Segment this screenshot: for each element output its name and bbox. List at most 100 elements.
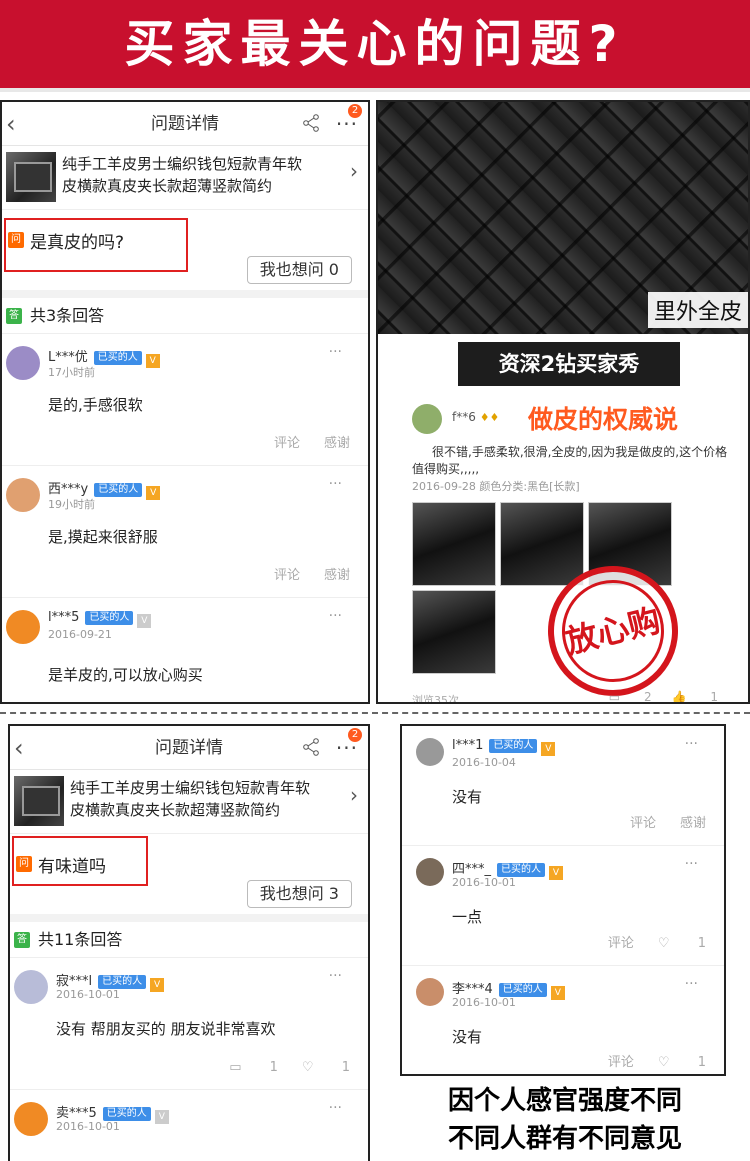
vip-level-icon: V (550, 986, 565, 1000)
more-options-icon[interactable]: ··· (329, 968, 342, 984)
product-card[interactable]: 纯手工羊皮男士编织钱包短款青年软 皮横款真皮夹长款超薄竖款简约 › (10, 770, 368, 834)
answer-item: 西***y 已买的人 V 19小时前 ··· 是,摸起来很舒服 评论 感谢 (2, 466, 368, 598)
buyer-tag: 已买的人 (93, 351, 142, 365)
answer-user-name: l***1 (452, 738, 484, 753)
header-bar: ‹ 问题详情 ··· 2 (2, 102, 368, 146)
vip-level-icon: V (549, 866, 564, 880)
header-title: 问题详情 (151, 114, 219, 134)
avatar (416, 978, 444, 1006)
question-icon: 问 (8, 232, 24, 248)
like-count: 1 (710, 690, 718, 704)
product-title-line2: 皮横款真皮夹长款超薄竖款简约 (62, 177, 273, 195)
avatar (14, 970, 48, 1004)
more-options-icon[interactable]: ··· (329, 344, 342, 360)
answer-user-name: L***优 (48, 350, 88, 365)
vip-level-icon: V (150, 978, 165, 992)
share-icon[interactable] (302, 738, 320, 756)
more-options-icon[interactable]: ··· (329, 1100, 342, 1116)
comment-button[interactable]: 评论 (608, 936, 634, 951)
more-options-icon[interactable]: ··· (685, 856, 698, 872)
bottom-caption: 因个人感官强度不同 不同人群有不同意见 (400, 1082, 730, 1158)
header-title: 问题详情 (155, 738, 223, 758)
question-icon: 问 (16, 856, 32, 872)
avatar (412, 404, 442, 434)
back-icon[interactable]: ‹ (6, 102, 16, 146)
comment-button[interactable]: 评论 (630, 816, 656, 831)
more-options-icon[interactable]: ··· (685, 736, 698, 752)
question-block: 问 有味道吗 我也想问 3 (10, 834, 368, 922)
want-ask-button[interactable]: 我也想问 3 (246, 880, 352, 908)
qa-screenshot-3: l***1 已买的人 V 2016-10-04 ··· 没有 评论 感谢 四***_ 已… (400, 724, 726, 1076)
answer-time: 2016-10-04 (452, 756, 516, 769)
divider (0, 712, 750, 714)
avatar (6, 610, 40, 644)
answer-time: 2016-10-01 (452, 876, 516, 889)
share-icon[interactable] (302, 114, 320, 132)
qa-screenshot-2: ‹ 问题详情 ··· 2 纯手工羊皮男士编织钱包短款青年软 皮横款真皮夹长款超薄… (8, 724, 370, 1161)
diamond-buyer-title: 资深2钻买家秀 (458, 342, 680, 386)
more-options-icon[interactable]: ··· (685, 976, 698, 992)
buyer-tag: 已买的人 (94, 483, 143, 497)
review-text: 很不错,手感柔软,很滑,全皮的,因为我是做皮的,这个价格值得购买,,,,, (412, 445, 728, 476)
thanks-button[interactable]: 感谢 (324, 568, 350, 583)
answer-text: 没有 (452, 788, 483, 806)
want-ask-button[interactable]: 我也想问 0 (246, 256, 352, 284)
product-title-line2: 皮横款真皮夹长款超薄竖款简约 (70, 801, 281, 819)
answer-icon: 答 (6, 308, 22, 324)
banner-title: 买家最关心的问题? (0, 0, 750, 92)
buyer-tag: 已买的人 (489, 739, 538, 753)
answer-time: 2016-10-01 (56, 1120, 120, 1133)
like-icon[interactable]: 👍 1 (672, 690, 718, 704)
thanks-button[interactable]: ♡ 1 (658, 1055, 706, 1070)
review-image[interactable] (412, 502, 496, 586)
product-title-line1: 纯手工羊皮男士编织钱包短款青年软 (70, 779, 311, 797)
answer-count-text: 共11条回答 (38, 930, 123, 949)
vip-level-icon: V (145, 354, 160, 368)
question-text: 是真皮的吗? (30, 233, 125, 253)
comment-count: 2 (643, 690, 652, 704)
product-thumbnail (14, 776, 64, 826)
thanks-button[interactable]: ♡ 1 (658, 936, 706, 951)
notification-badge: 2 (348, 104, 362, 118)
thanks-button[interactable]: 感谢 (324, 436, 350, 451)
more-options-icon[interactable]: ··· (329, 476, 342, 492)
thanks-count: 1 (341, 1060, 350, 1075)
qa-screenshot-1: ‹ 问题详情 ··· 2 纯手工羊皮男士编织钱包短款青年软 皮横款真皮夹长款超薄… (0, 100, 370, 704)
comment-button[interactable]: 评论 (274, 568, 300, 583)
avatar (6, 478, 40, 512)
comment-button[interactable]: ▭ 1 (229, 1060, 278, 1075)
answer-count: 答 共3条回答 (2, 298, 368, 334)
answer-item: 李***4 已买的人 V 2016-10-01 ··· 没有 评论 ♡ 1 (402, 966, 724, 1074)
answer-text: 是的,手感很软 (48, 396, 143, 414)
buyer-tag: 已买的人 (497, 863, 546, 877)
vip-level-icon: V (137, 614, 152, 628)
answer-text: 一点 (452, 908, 483, 926)
thanks-count: 1 (697, 1055, 706, 1070)
more-options-icon[interactable]: ··· (329, 608, 342, 624)
answer-text: 是羊皮的,可以放心购买 (48, 666, 203, 684)
review-image[interactable] (412, 590, 496, 674)
product-card[interactable]: 纯手工羊皮男士编织钱包短款青年软 皮横款真皮夹长款超薄竖款简约 › (2, 146, 368, 210)
answer-user-name: 李***4 (452, 982, 493, 997)
comment-button[interactable]: 评论 (274, 436, 300, 451)
comment-button[interactable]: 评论 (608, 1055, 634, 1070)
review-image[interactable] (500, 502, 584, 586)
answer-time: 2016-10-01 (56, 988, 120, 1001)
vip-level-icon: V (146, 486, 161, 500)
header-bar: ‹ 问题详情 ··· 2 (10, 726, 368, 770)
thanks-button[interactable]: ♡ 1 (302, 1060, 350, 1075)
view-count: 浏览35次 (412, 694, 459, 704)
answer-item: l***1 已买的人 V 2016-10-04 ··· 没有 评论 感谢 (402, 726, 724, 846)
comment-icon[interactable]: ▭ 2 (609, 690, 652, 704)
thanks-button[interactable]: 感谢 (680, 816, 706, 831)
answer-item: 卖***5 已买的人 V 2016-10-01 ··· (10, 1090, 368, 1150)
chevron-right-icon: › (350, 783, 358, 807)
vip-level-icon: V (154, 1110, 169, 1124)
answer-time: 2016-10-01 (452, 996, 516, 1009)
answer-item: 四***_ 已买的人 V 2016-10-01 ··· 一点 评论 ♡ 1 (402, 846, 724, 966)
back-icon[interactable]: ‹ (14, 726, 24, 770)
answer-user-name: 寂***l (56, 974, 93, 989)
vip-level-icon: V (541, 742, 556, 756)
answer-time: 17小时前 (48, 366, 95, 379)
buyer-tag: 已买的人 (102, 1107, 151, 1121)
